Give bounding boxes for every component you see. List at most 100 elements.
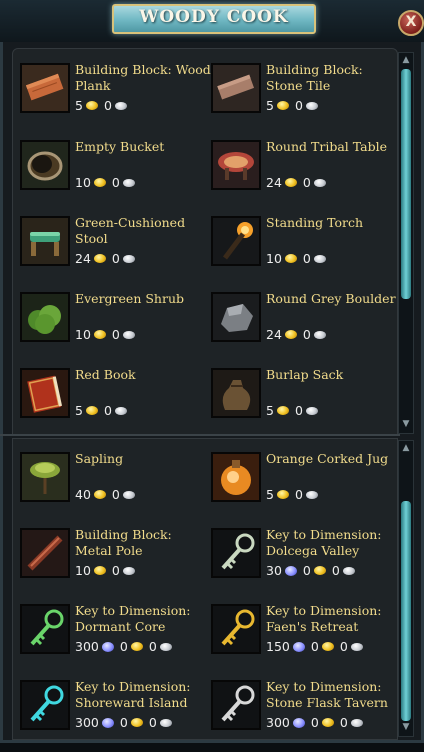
price-amount: 0 <box>148 715 157 730</box>
silver-coin-icon <box>122 330 135 339</box>
shop-item[interactable]: Empty Bucket 10 0 <box>20 139 210 212</box>
item-price: 10 0 <box>75 174 139 190</box>
silver-coin-icon <box>305 406 318 415</box>
silver-coin-icon <box>313 254 326 263</box>
gem-icon <box>292 641 305 652</box>
item-name: Key to Dimension: Dormant Core <box>75 603 191 634</box>
shop-item[interactable]: Key to Dimension: Shoreward Island 300 0 0 <box>20 679 210 752</box>
scroll-thumb-upper[interactable] <box>401 69 411 299</box>
shop-item[interactable]: Round Grey Boulder 24 0 <box>211 291 401 364</box>
gold-coin-icon <box>321 718 334 727</box>
price-amount: 0 <box>294 98 303 113</box>
shrub-icon[interactable] <box>20 292 70 342</box>
item-price: 50 <box>266 486 322 502</box>
stool-icon[interactable] <box>20 216 70 266</box>
price-amount: 0 <box>111 175 120 190</box>
price-amount: 10 <box>75 175 91 190</box>
shop-item[interactable]: Red Book 5 0 <box>20 367 210 440</box>
shop-item[interactable]: Round Tribal Table 24 0 <box>211 139 401 212</box>
boulder-icon[interactable] <box>211 292 261 342</box>
shop-item[interactable]: Orange Corked Jug 5 0 <box>211 451 401 524</box>
shop-item[interactable]: Key to Dimension: Faen's Retreat 150 0 0 <box>211 603 401 676</box>
sack-icon[interactable] <box>211 368 261 418</box>
item-name: Key to Dimension: Dolcega Valley <box>266 527 382 558</box>
gold-coin-icon <box>313 566 326 575</box>
silver-coin-icon <box>122 254 135 263</box>
scroll-down-icon[interactable]: ▼ <box>400 722 412 732</box>
price-amount: 5 <box>75 98 83 113</box>
key-icon[interactable] <box>211 604 261 654</box>
gold-coin-icon <box>130 642 143 651</box>
price-amount: 24 <box>75 251 91 266</box>
close-button[interactable]: X <box>398 10 424 36</box>
silver-coin-icon <box>350 718 363 727</box>
price-amount: 0 <box>310 639 319 654</box>
price-amount: 300 <box>75 639 99 654</box>
price-amount: 0 <box>339 715 348 730</box>
shop-item[interactable]: Green-Cushioned Stool 24 0 <box>20 215 210 288</box>
price-amount: 40 <box>75 487 91 502</box>
item-price: 24 0 <box>266 326 330 342</box>
shop-item[interactable]: Key to Dimension: Dormant Core 300 0 0 <box>20 603 210 676</box>
red-book-icon[interactable] <box>20 368 70 418</box>
key-icon[interactable] <box>211 680 261 730</box>
bucket-icon[interactable] <box>20 140 70 190</box>
shop-item[interactable]: Key to Dimension: Stone Flask Tavern 300 0… <box>211 679 401 752</box>
item-name: Green-Cushioned Stool <box>75 215 186 246</box>
item-price: 10 0 <box>266 250 330 266</box>
item-name: Key to Dimension: Stone Flask Tavern <box>266 679 388 710</box>
item-price: 30 0 0 <box>266 562 359 578</box>
silver-coin-icon <box>114 101 127 110</box>
sapling-icon[interactable] <box>20 452 70 502</box>
scroll-thumb-lower[interactable] <box>401 501 411 721</box>
shop-item[interactable]: Standing Torch 10 0 <box>211 215 401 288</box>
gold-coin-icon <box>93 566 106 575</box>
gem-icon <box>101 717 114 728</box>
gold-coin-icon <box>276 406 289 415</box>
stone-tile-icon[interactable] <box>211 63 261 113</box>
silver-coin-icon <box>313 330 326 339</box>
price-amount: 0 <box>294 403 303 418</box>
silver-coin-icon <box>159 642 172 651</box>
key-icon[interactable] <box>20 604 70 654</box>
item-price: 300 0 0 <box>75 638 176 654</box>
price-amount: 10 <box>266 251 282 266</box>
price-amount: 0 <box>148 639 157 654</box>
gold-coin-icon <box>284 254 297 263</box>
shop-item[interactable]: Building Block: Wood Plank 5 0 <box>20 62 211 135</box>
shop-item[interactable]: Burlap Sack 5 0 <box>211 367 401 440</box>
price-amount: 24 <box>266 327 282 342</box>
shop-item[interactable]: Sapling 40 0 <box>20 451 210 524</box>
item-price: 50 <box>266 402 322 418</box>
jug-icon[interactable] <box>211 452 261 502</box>
silver-coin-icon <box>122 490 135 499</box>
price-amount: 5 <box>75 403 83 418</box>
gold-coin-icon <box>130 718 143 727</box>
key-icon[interactable] <box>211 528 261 578</box>
tribal-table-icon[interactable] <box>211 140 261 190</box>
key-icon[interactable] <box>20 680 70 730</box>
price-amount: 300 <box>266 715 290 730</box>
silver-coin-icon <box>350 642 363 651</box>
price-amount: 150 <box>266 639 290 654</box>
metal-pole-icon[interactable] <box>20 528 70 578</box>
item-name: Orange Corked Jug <box>266 451 389 466</box>
shop-item[interactable]: Building Block: Metal Pole 10 0 <box>20 527 210 600</box>
torch-icon[interactable] <box>211 216 261 266</box>
item-name: Evergreen Shrub <box>75 291 184 306</box>
gold-coin-icon <box>321 642 334 651</box>
item-price: 150 0 0 <box>266 638 367 654</box>
item-price: 10 0 <box>75 562 139 578</box>
shop-item[interactable]: Building Block: Stone Tile 5 0 <box>211 62 401 135</box>
wood-plank-icon[interactable] <box>20 63 70 113</box>
item-price: 50 <box>75 402 131 418</box>
shop-item[interactable]: Evergreen Shrub 10 0 <box>20 291 210 364</box>
price-amount: 0 <box>302 175 311 190</box>
gem-icon <box>101 641 114 652</box>
item-name: Round Grey Boulder <box>266 291 396 306</box>
scroll-down-icon[interactable]: ▼ <box>400 419 412 429</box>
gem-icon <box>292 717 305 728</box>
item-price: 50 <box>266 97 322 113</box>
silver-coin-icon <box>305 101 318 110</box>
shop-item[interactable]: Key to Dimension: Dolcega Valley 30 0 0 <box>211 527 401 600</box>
